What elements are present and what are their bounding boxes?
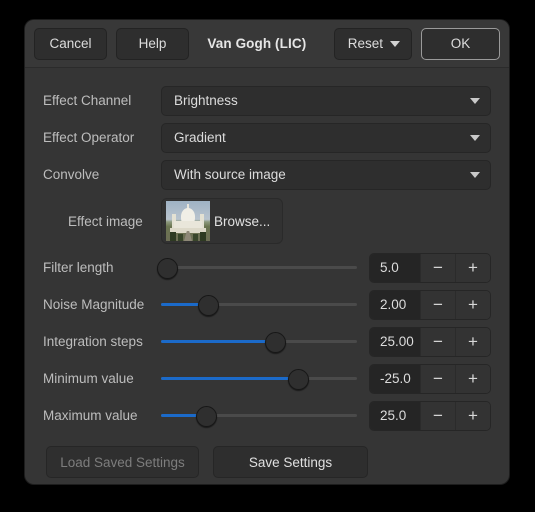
row-maximum-value: Maximum value 25.0 − + bbox=[43, 397, 491, 434]
maximum-value-slider[interactable] bbox=[161, 401, 357, 431]
cancel-button-label: Cancel bbox=[49, 36, 92, 51]
ok-button[interactable]: OK bbox=[421, 27, 500, 60]
integration-steps-value[interactable]: 25.00 bbox=[370, 327, 421, 356]
integration-steps-spinbutton[interactable]: 25.00 − + bbox=[369, 326, 491, 357]
effect-image-label: Effect image bbox=[68, 213, 143, 229]
effect-operator-label: Effect Operator bbox=[43, 130, 135, 145]
noise-magnitude-spinbutton[interactable]: 2.00 − + bbox=[369, 289, 491, 320]
slider-fill bbox=[161, 377, 299, 380]
maximum-value-value[interactable]: 25.0 bbox=[370, 401, 421, 430]
van-gogh-lic-dialog: Cancel Help Van Gogh (LIC) Reset OK Effe… bbox=[25, 20, 509, 484]
plus-icon[interactable]: + bbox=[456, 253, 490, 282]
slider-handle[interactable] bbox=[196, 405, 218, 427]
help-button-label: Help bbox=[138, 36, 167, 51]
settings-button-group: Load Saved Settings Save Settings bbox=[43, 434, 491, 478]
slider-handle[interactable] bbox=[288, 368, 310, 390]
noise-magnitude-value[interactable]: 2.00 bbox=[370, 290, 421, 319]
integration-steps-label: Integration steps bbox=[43, 334, 143, 349]
minimum-value-value[interactable]: -25.0 bbox=[370, 364, 421, 393]
minus-icon[interactable]: − bbox=[421, 327, 456, 356]
maximum-value-label: Maximum value bbox=[43, 408, 138, 423]
chevron-down-icon bbox=[470, 134, 480, 141]
effect-channel-dropdown[interactable]: Brightness bbox=[161, 85, 491, 116]
minimum-value-slider[interactable] bbox=[161, 364, 357, 394]
effect-channel-label: Effect Channel bbox=[43, 93, 132, 108]
convolve-dropdown[interactable]: With source image bbox=[161, 159, 491, 190]
save-settings-button[interactable]: Save Settings bbox=[213, 446, 368, 478]
filter-length-label: Filter length bbox=[43, 260, 114, 275]
effect-operator-dropdown[interactable]: Gradient bbox=[161, 122, 491, 153]
row-filter-length: Filter length 5.0 − + bbox=[43, 249, 491, 286]
dialog-body: Effect Channel Brightness Effect Operato… bbox=[25, 68, 509, 484]
convolve-label: Convolve bbox=[43, 167, 100, 182]
save-settings-label: Save Settings bbox=[248, 454, 333, 470]
filter-length-value[interactable]: 5.0 bbox=[370, 253, 421, 282]
filter-length-slider[interactable] bbox=[156, 253, 357, 283]
minimum-value-spinbutton[interactable]: -25.0 − + bbox=[369, 363, 491, 394]
minus-icon[interactable]: − bbox=[421, 253, 456, 282]
effect-channel-value: Brightness bbox=[174, 93, 238, 108]
row-effect-image: Effect image Browse... bbox=[43, 193, 491, 249]
reset-menu-button[interactable]: Reset bbox=[333, 27, 412, 60]
slider-handle[interactable] bbox=[264, 331, 286, 353]
browse-button-label: Browse... bbox=[214, 213, 271, 229]
page-title: Van Gogh (LIC) bbox=[207, 36, 307, 51]
row-effect-channel: Effect Channel Brightness bbox=[43, 82, 491, 119]
plus-icon[interactable]: + bbox=[456, 364, 490, 393]
row-integration-steps: Integration steps 25.00 − + bbox=[43, 323, 491, 360]
chevron-down-icon bbox=[470, 171, 480, 178]
plus-icon[interactable]: + bbox=[456, 327, 490, 356]
dialog-header-bar: Cancel Help Van Gogh (LIC) Reset OK bbox=[25, 20, 509, 68]
noise-magnitude-slider[interactable] bbox=[161, 290, 357, 320]
browse-image-button[interactable]: Browse... bbox=[161, 198, 284, 244]
chevron-down-icon bbox=[470, 97, 480, 104]
row-convolve: Convolve With source image bbox=[43, 156, 491, 193]
row-minimum-value: Minimum value -25.0 − + bbox=[43, 360, 491, 397]
slider-handle[interactable] bbox=[198, 294, 220, 316]
taj-mahal-thumbnail bbox=[166, 201, 210, 241]
noise-magnitude-label: Noise Magnitude bbox=[43, 297, 145, 312]
chevron-down-icon bbox=[390, 40, 400, 47]
slider-track bbox=[161, 266, 357, 269]
maximum-value-spinbutton[interactable]: 25.0 − + bbox=[369, 400, 491, 431]
row-noise-magnitude: Noise Magnitude 2.00 − + bbox=[43, 286, 491, 323]
convolve-value: With source image bbox=[174, 167, 286, 182]
cancel-button[interactable]: Cancel bbox=[34, 27, 107, 60]
ok-button-label: OK bbox=[450, 36, 471, 51]
help-button[interactable]: Help bbox=[116, 27, 189, 60]
slider-fill bbox=[161, 340, 275, 343]
load-saved-settings-label: Load Saved Settings bbox=[60, 454, 185, 470]
plus-icon[interactable]: + bbox=[456, 290, 490, 319]
effect-operator-value: Gradient bbox=[174, 130, 226, 145]
load-saved-settings-button[interactable]: Load Saved Settings bbox=[46, 446, 199, 478]
row-effect-operator: Effect Operator Gradient bbox=[43, 119, 491, 156]
slider-handle[interactable] bbox=[156, 257, 178, 279]
reset-button-label: Reset bbox=[347, 36, 383, 51]
minimum-value-label: Minimum value bbox=[43, 371, 134, 386]
plus-icon[interactable]: + bbox=[456, 401, 490, 430]
integration-steps-slider[interactable] bbox=[161, 327, 357, 357]
filter-length-spinbutton[interactable]: 5.0 − + bbox=[369, 252, 491, 283]
minus-icon[interactable]: − bbox=[421, 364, 456, 393]
minus-icon[interactable]: − bbox=[421, 290, 456, 319]
minus-icon[interactable]: − bbox=[421, 401, 456, 430]
